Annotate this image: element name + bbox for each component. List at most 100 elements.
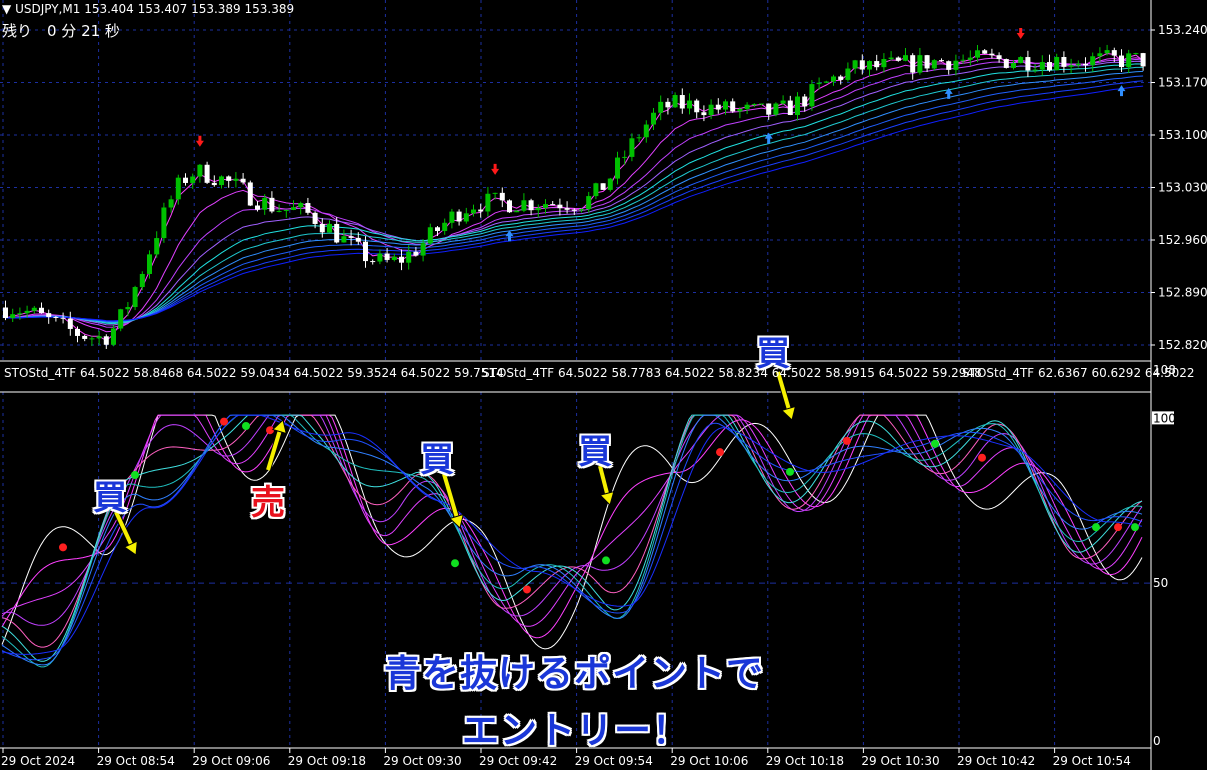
buy-dot bbox=[786, 467, 794, 476]
bull-candle bbox=[586, 196, 592, 210]
price-tick-label: 153.030 bbox=[1158, 181, 1207, 195]
symbol-header: ▼ USDJPY,M1 153.404 153.407 153.389 153.… bbox=[2, 2, 294, 16]
bear-candle bbox=[528, 200, 534, 211]
bull-candle bbox=[132, 287, 138, 308]
bull-candle bbox=[341, 236, 347, 243]
bull-candle bbox=[89, 338, 95, 340]
indicator-tick-label: 50 bbox=[1153, 576, 1168, 590]
bear-candle bbox=[103, 336, 109, 345]
bull-candle bbox=[744, 104, 750, 109]
bear-candle bbox=[456, 211, 462, 222]
bull-candle bbox=[327, 223, 332, 233]
bear-candle bbox=[895, 57, 901, 61]
bull-candle bbox=[658, 101, 664, 113]
bear-candle bbox=[183, 177, 188, 183]
bull-candle bbox=[593, 183, 599, 197]
buy-label-3: 買 bbox=[578, 432, 612, 472]
bull-candle bbox=[1133, 53, 1139, 55]
bear-candle bbox=[766, 103, 772, 115]
buy-dot bbox=[451, 559, 459, 568]
bear-candle bbox=[39, 307, 44, 314]
bull-candle bbox=[845, 68, 851, 80]
bull-candle bbox=[888, 57, 894, 60]
bull-candle bbox=[125, 307, 131, 310]
bull-candle bbox=[672, 95, 678, 108]
bull-candle bbox=[1090, 56, 1096, 66]
bear-candle bbox=[413, 251, 419, 256]
bear-candle bbox=[363, 241, 368, 262]
bull-candle bbox=[463, 213, 469, 222]
chevron-down-icon[interactable]: ▼ bbox=[2, 2, 11, 16]
price-tick-label: 153.170 bbox=[1158, 76, 1207, 90]
bull-candle bbox=[471, 209, 476, 214]
bull-candle bbox=[406, 251, 412, 263]
sell-dot bbox=[523, 585, 531, 594]
bear-candle bbox=[600, 183, 606, 190]
bull-candle bbox=[795, 96, 800, 115]
bull-candle bbox=[903, 55, 908, 61]
price-tick-label: 153.240 bbox=[1158, 23, 1207, 37]
bull-candle bbox=[276, 210, 282, 212]
bull-candle bbox=[708, 104, 714, 116]
sell-label: 売 bbox=[251, 483, 285, 523]
sell-dot bbox=[266, 426, 274, 435]
bear-candle bbox=[946, 61, 952, 70]
bear-candle bbox=[838, 76, 844, 80]
bear-candle bbox=[204, 164, 210, 183]
bear-candle bbox=[319, 223, 325, 233]
indicator-tick-label: 100 bbox=[1153, 411, 1176, 425]
bear-candle bbox=[1140, 53, 1146, 67]
bear-candle bbox=[334, 223, 340, 243]
time-tick-label: 29 Oct 10:54 bbox=[1053, 754, 1131, 768]
indicator-header-2: STOStd_4TF 64.5022 58.7783 64.5022 58.82… bbox=[482, 366, 982, 380]
bull-candle bbox=[139, 273, 145, 288]
bull-candle bbox=[975, 50, 980, 58]
bull-candle bbox=[953, 60, 959, 70]
bull-candle bbox=[831, 76, 836, 82]
time-tick-label: 29 Oct 08:54 bbox=[97, 754, 175, 768]
bull-candle bbox=[967, 57, 973, 60]
time-tick-label: 29 Oct 10:06 bbox=[670, 754, 748, 768]
bull-candle bbox=[881, 59, 887, 68]
price-tick-label: 152.960 bbox=[1158, 233, 1207, 247]
bull-candle bbox=[636, 137, 642, 139]
bull-candle bbox=[780, 100, 786, 104]
bull-candle bbox=[442, 222, 448, 231]
bear-candle bbox=[874, 61, 880, 68]
bull-candle bbox=[111, 328, 116, 345]
bear-candle bbox=[384, 253, 390, 260]
bull-candle bbox=[449, 211, 455, 223]
bull-candle bbox=[687, 100, 692, 109]
bull-candle bbox=[1018, 57, 1024, 64]
bear-candle bbox=[507, 200, 512, 213]
bear-candle bbox=[60, 317, 66, 319]
bull-candle bbox=[816, 82, 822, 85]
time-tick-label: 29 Oct 2024 bbox=[1, 754, 75, 768]
time-tick-label: 29 Oct 10:18 bbox=[766, 754, 844, 768]
bear-candle bbox=[1003, 59, 1009, 68]
bull-candle bbox=[514, 210, 520, 213]
bull-candle bbox=[291, 207, 296, 210]
buy-label-2: 買 bbox=[420, 440, 454, 480]
bull-candle bbox=[1011, 63, 1016, 68]
bull-candle bbox=[579, 209, 584, 211]
bull-candle bbox=[168, 199, 174, 208]
sell-dot bbox=[978, 453, 986, 462]
bear-candle bbox=[370, 261, 376, 263]
bear-candle bbox=[996, 55, 1002, 60]
bull-candle bbox=[420, 243, 426, 256]
time-tick-label: 29 Oct 09:06 bbox=[192, 754, 270, 768]
bear-candle bbox=[859, 60, 865, 70]
bear-candle bbox=[550, 204, 556, 206]
bull-candle bbox=[427, 227, 433, 244]
bear-candle bbox=[989, 53, 995, 56]
entry-message-line1: 青を抜けるポイントで bbox=[384, 652, 764, 695]
bear-candle bbox=[211, 182, 217, 186]
bull-candle bbox=[31, 307, 37, 311]
bear-candle bbox=[240, 178, 246, 183]
bear-candle bbox=[478, 209, 484, 212]
bull-candle bbox=[1068, 65, 1074, 67]
bear-candle bbox=[82, 335, 88, 339]
time-tick-label: 29 Oct 09:42 bbox=[479, 754, 557, 768]
bull-candle bbox=[809, 84, 815, 107]
